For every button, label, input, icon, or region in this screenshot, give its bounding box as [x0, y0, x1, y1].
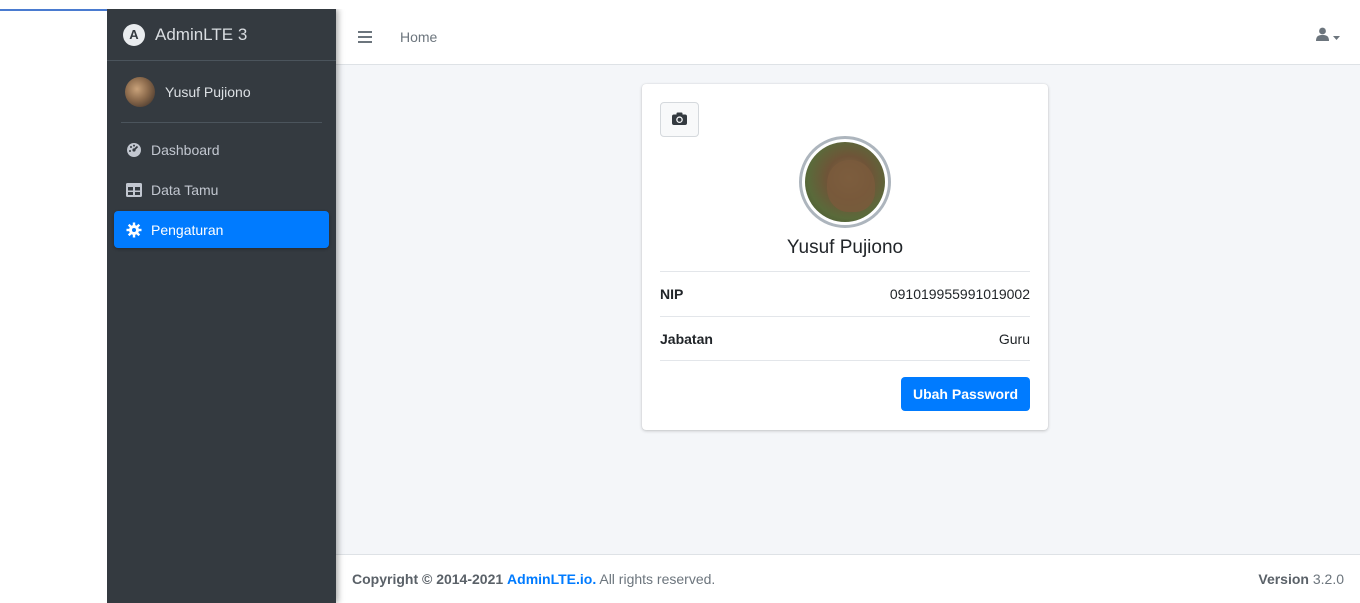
brand-logo-icon: A [123, 23, 145, 46]
user-name[interactable]: Yusuf Pujiono [165, 84, 251, 100]
version-info: Version 3.2.0 [1258, 571, 1344, 587]
top-accent-line [0, 9, 107, 11]
copyright-text: Copyright © 2014-2021 AdminLTE.io. All r… [352, 571, 716, 587]
avatar [125, 76, 155, 107]
profile-info-list: NIP 091019955991019002 Jabatan Guru [660, 271, 1030, 361]
menu-toggle-icon[interactable] [358, 30, 372, 43]
field-label-jabatan: Jabatan [660, 330, 713, 347]
nav-link-home[interactable]: Home [400, 29, 437, 45]
user-panel[interactable]: Yusuf Pujiono [121, 61, 322, 123]
app-shell: A AdminLTE 3 Yusuf Pujiono Dashboard Dat… [107, 9, 1360, 603]
caret-down-icon [1333, 28, 1340, 44]
sidebar-item-dashboard[interactable]: Dashboard [114, 131, 329, 168]
field-label-nip: NIP [660, 286, 684, 302]
change-password-button[interactable]: Ubah Password [900, 377, 1030, 411]
sidebar-item-pengaturan[interactable]: Pengaturan [114, 211, 329, 248]
field-value-jabatan: Guru [998, 330, 1030, 347]
sidebar-item-label: Dashboard [151, 141, 220, 158]
list-item: Jabatan Guru [660, 316, 1030, 361]
gear-icon [126, 222, 142, 238]
camera-icon [672, 112, 687, 128]
brand-title: AdminLTE 3 [155, 24, 248, 44]
page-left-margin [0, 0, 107, 603]
table-icon [126, 182, 142, 198]
footer-link-adminlte[interactable]: AdminLTE.io. [507, 571, 596, 587]
profile-name: Yusuf Pujiono [786, 237, 904, 258]
sidebar-item-data-tamu[interactable]: Data Tamu [114, 171, 329, 208]
main-footer: Copyright © 2014-2021 AdminLTE.io. All r… [336, 554, 1360, 603]
profile-card: Yusuf Pujiono NIP 091019955991019002 Jab… [642, 84, 1048, 430]
list-item: NIP 091019955991019002 [660, 271, 1030, 316]
sidebar-nav: Dashboard Data Tamu Pengaturan [107, 123, 336, 248]
sidebar-item-label: Pengaturan [151, 221, 224, 238]
sidebar-item-label: Data Tamu [151, 181, 219, 198]
brand-link[interactable]: A AdminLTE 3 [107, 9, 336, 61]
main-sidebar: A AdminLTE 3 Yusuf Pujiono Dashboard Dat… [107, 9, 336, 603]
user-menu-dropdown[interactable] [1316, 27, 1340, 44]
top-navbar: Home [336, 9, 1360, 65]
field-value-nip: 091019955991019002 [889, 286, 1030, 302]
user-icon [1316, 27, 1329, 44]
dashboard-gauge-icon [126, 142, 142, 158]
change-photo-button[interactable] [660, 102, 699, 137]
profile-avatar [799, 136, 891, 228]
